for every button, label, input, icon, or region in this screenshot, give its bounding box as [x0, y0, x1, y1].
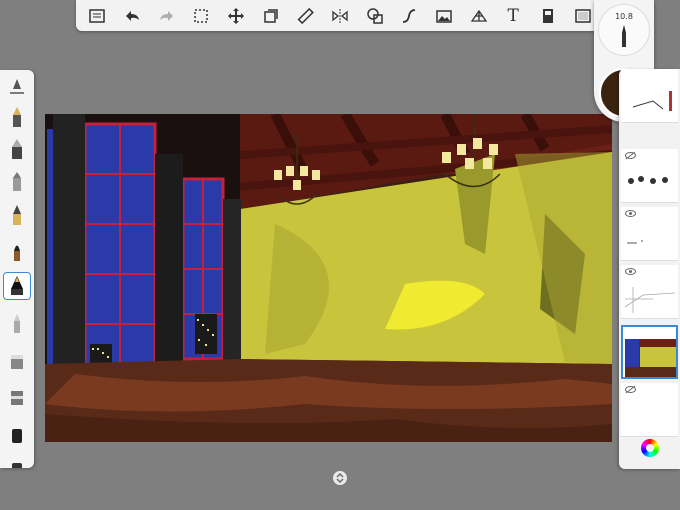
- lagoon-handle-icon[interactable]: [333, 471, 347, 485]
- layer-thumbnail: [624, 287, 676, 313]
- color-wheel-icon[interactable]: [641, 439, 659, 457]
- eye-visible-icon[interactable]: [625, 267, 636, 276]
- layer-item[interactable]: [621, 265, 678, 319]
- stroke-icon[interactable]: [396, 3, 422, 29]
- brush-size-puck[interactable]: 10.8: [598, 4, 650, 56]
- eye-hidden-icon[interactable]: [625, 385, 636, 394]
- ink-pen-brush-icon[interactable]: [3, 202, 31, 230]
- blender-brush-icon[interactable]: [3, 420, 31, 448]
- list-icon[interactable]: [84, 3, 110, 29]
- soft-eraser-brush-icon[interactable]: [3, 382, 31, 410]
- redo-icon[interactable]: [154, 3, 180, 29]
- drawing-canvas[interactable]: [45, 114, 612, 442]
- text-tool-label: T: [507, 5, 519, 26]
- eraser-brush-icon[interactable]: [3, 346, 31, 374]
- symmetry-icon[interactable]: [327, 3, 353, 29]
- layer-thumbnail: [628, 176, 668, 184]
- marker-brush-icon[interactable]: [3, 168, 31, 196]
- move-icon[interactable]: [223, 3, 249, 29]
- text-icon[interactable]: T: [500, 3, 526, 29]
- layer-thumbnail: [625, 339, 676, 377]
- layers-panel: [619, 69, 680, 469]
- copy-icon[interactable]: [258, 3, 284, 29]
- layer-item[interactable]: [621, 69, 678, 123]
- smudge-brush-icon[interactable]: [3, 454, 31, 468]
- brush-preview-icon: [622, 25, 626, 47]
- ruler-icon[interactable]: [292, 3, 318, 29]
- selection-icon[interactable]: [188, 3, 214, 29]
- main-toolbar: T: [76, 0, 604, 31]
- airbrush-brush-icon[interactable]: [3, 310, 31, 338]
- bookmark-icon[interactable]: [535, 3, 561, 29]
- chisel-brush-icon-selected[interactable]: [3, 272, 31, 300]
- undo-icon[interactable]: [119, 3, 145, 29]
- perspective-icon[interactable]: [466, 3, 492, 29]
- eye-visible-icon[interactable]: [625, 209, 636, 218]
- shapes-icon[interactable]: [362, 3, 388, 29]
- layer-item[interactable]: [621, 383, 678, 437]
- brush-library: [0, 70, 34, 468]
- image-icon[interactable]: [431, 3, 457, 29]
- brush-settings-icon[interactable]: [3, 74, 31, 102]
- layer-thumbnail: [632, 91, 672, 111]
- layer-item[interactable]: [621, 207, 678, 261]
- pencil-brush-icon[interactable]: [3, 104, 31, 132]
- eye-hidden-icon[interactable]: [625, 151, 636, 160]
- paint-brush-icon[interactable]: [3, 238, 31, 266]
- layer-item-selected[interactable]: [621, 325, 678, 379]
- brush-size-value: 10.8: [615, 12, 633, 21]
- felt-pen-brush-icon[interactable]: [3, 136, 31, 164]
- layer-thumbnail: [627, 240, 643, 244]
- layer-item[interactable]: [621, 149, 678, 203]
- canvas-icon[interactable]: [570, 3, 596, 29]
